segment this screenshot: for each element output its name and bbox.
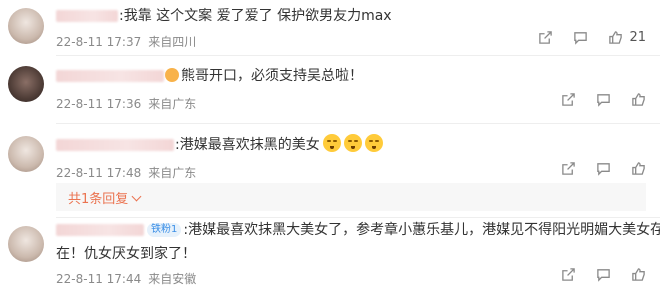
reply-container (56, 183, 646, 211)
comment-date: 22-8-11 17:36 (56, 97, 142, 111)
like-icon (632, 162, 645, 175)
comment-icon (597, 94, 610, 107)
comment-text: :我靠 这个文案 爱了爱了 保护欲男友力max (119, 8, 392, 24)
username-blurred[interactable] (56, 139, 174, 151)
comment-body: :港媒最喜欢抹黑的美女 (56, 133, 383, 157)
comment-icon (574, 32, 588, 45)
emoji-cry-icon (322, 134, 341, 152)
like-button[interactable] (631, 92, 646, 107)
comment-location: 来自广东 (148, 166, 197, 180)
comment-location: 来自安徽 (148, 272, 197, 286)
like-button[interactable]: 21 (608, 30, 646, 45)
comment-button[interactable] (573, 30, 588, 45)
emoji-cry-icon (343, 134, 362, 152)
comment-date: 22-8-11 17:44 (56, 272, 142, 286)
share-icon (539, 31, 553, 44)
comment-date: 22-8-11 17:37 (56, 35, 142, 49)
share-icon (562, 162, 575, 175)
comment-date: 22-8-11 17:48 (56, 166, 142, 180)
comment-location: 来自四川 (148, 35, 197, 49)
comment-body: 熊哥开口，必须支持吴总啦！ (56, 64, 363, 88)
comment-icon (597, 269, 610, 282)
avatar[interactable] (8, 8, 44, 44)
comment-text-line-1: :港媒最喜欢抹黑大美女了，参考章小蕙乐基儿，港媒见不得阳光明媚大美女存 (183, 222, 660, 238)
divider (56, 55, 660, 56)
comment-button[interactable] (596, 92, 611, 107)
comment-body: :我靠 这个文案 爱了爱了 保护欲男友力max (56, 4, 392, 28)
divider (56, 123, 660, 124)
comment-meta: 22-8-11 17:48 来自广东 (56, 164, 196, 181)
like-icon (632, 93, 645, 106)
avatar[interactable] (8, 66, 44, 102)
comment-actions: 21 (518, 30, 646, 45)
view-replies-label: 共1条回复 (68, 192, 129, 207)
avatar[interactable] (8, 136, 44, 172)
comment-button[interactable] (596, 267, 611, 282)
user-badge-icon (165, 68, 179, 82)
username-blurred[interactable] (56, 70, 164, 82)
like-button[interactable] (631, 161, 646, 176)
comment-actions (541, 267, 646, 282)
like-count: 21 (629, 30, 646, 45)
username-blurred[interactable] (56, 224, 144, 236)
emoji-cry-icon (364, 134, 383, 152)
username-blurred[interactable] (56, 10, 118, 22)
comment-actions (541, 92, 646, 107)
like-button[interactable] (631, 267, 646, 282)
like-icon (609, 31, 623, 44)
share-button[interactable] (538, 30, 553, 45)
share-button[interactable] (561, 267, 576, 282)
like-icon (632, 268, 645, 281)
comment-location: 来自广东 (148, 97, 197, 111)
share-icon (562, 268, 575, 281)
comment-text: :港媒最喜欢抹黑的美女 (175, 137, 320, 153)
fan-badge: 铁粉1 (147, 223, 182, 237)
comment-button[interactable] (596, 161, 611, 176)
view-replies-link[interactable]: 共1条回复 (68, 188, 142, 207)
comment-body: 铁粉1:港媒最喜欢抹黑大美女了，参考章小蕙乐基儿，港媒见不得阳光明媚大美女存 (56, 218, 660, 242)
comment-meta: 22-8-11 17:36 来自广东 (56, 95, 196, 112)
comment-text-line-2: 在！仇女厌女到家了！ (56, 246, 196, 262)
comment-icon (597, 163, 610, 176)
share-button[interactable] (561, 92, 576, 107)
share-icon (562, 93, 575, 106)
comment-actions (541, 161, 646, 176)
comment-text: 熊哥开口，必须支持吴总啦！ (181, 68, 363, 84)
avatar[interactable] (8, 226, 44, 262)
chevron-down-icon (131, 191, 142, 202)
comment-meta: 22-8-11 17:37 来自四川 (56, 33, 196, 50)
share-button[interactable] (561, 161, 576, 176)
comment-meta: 22-8-11 17:44 来自安徽 (56, 270, 196, 287)
